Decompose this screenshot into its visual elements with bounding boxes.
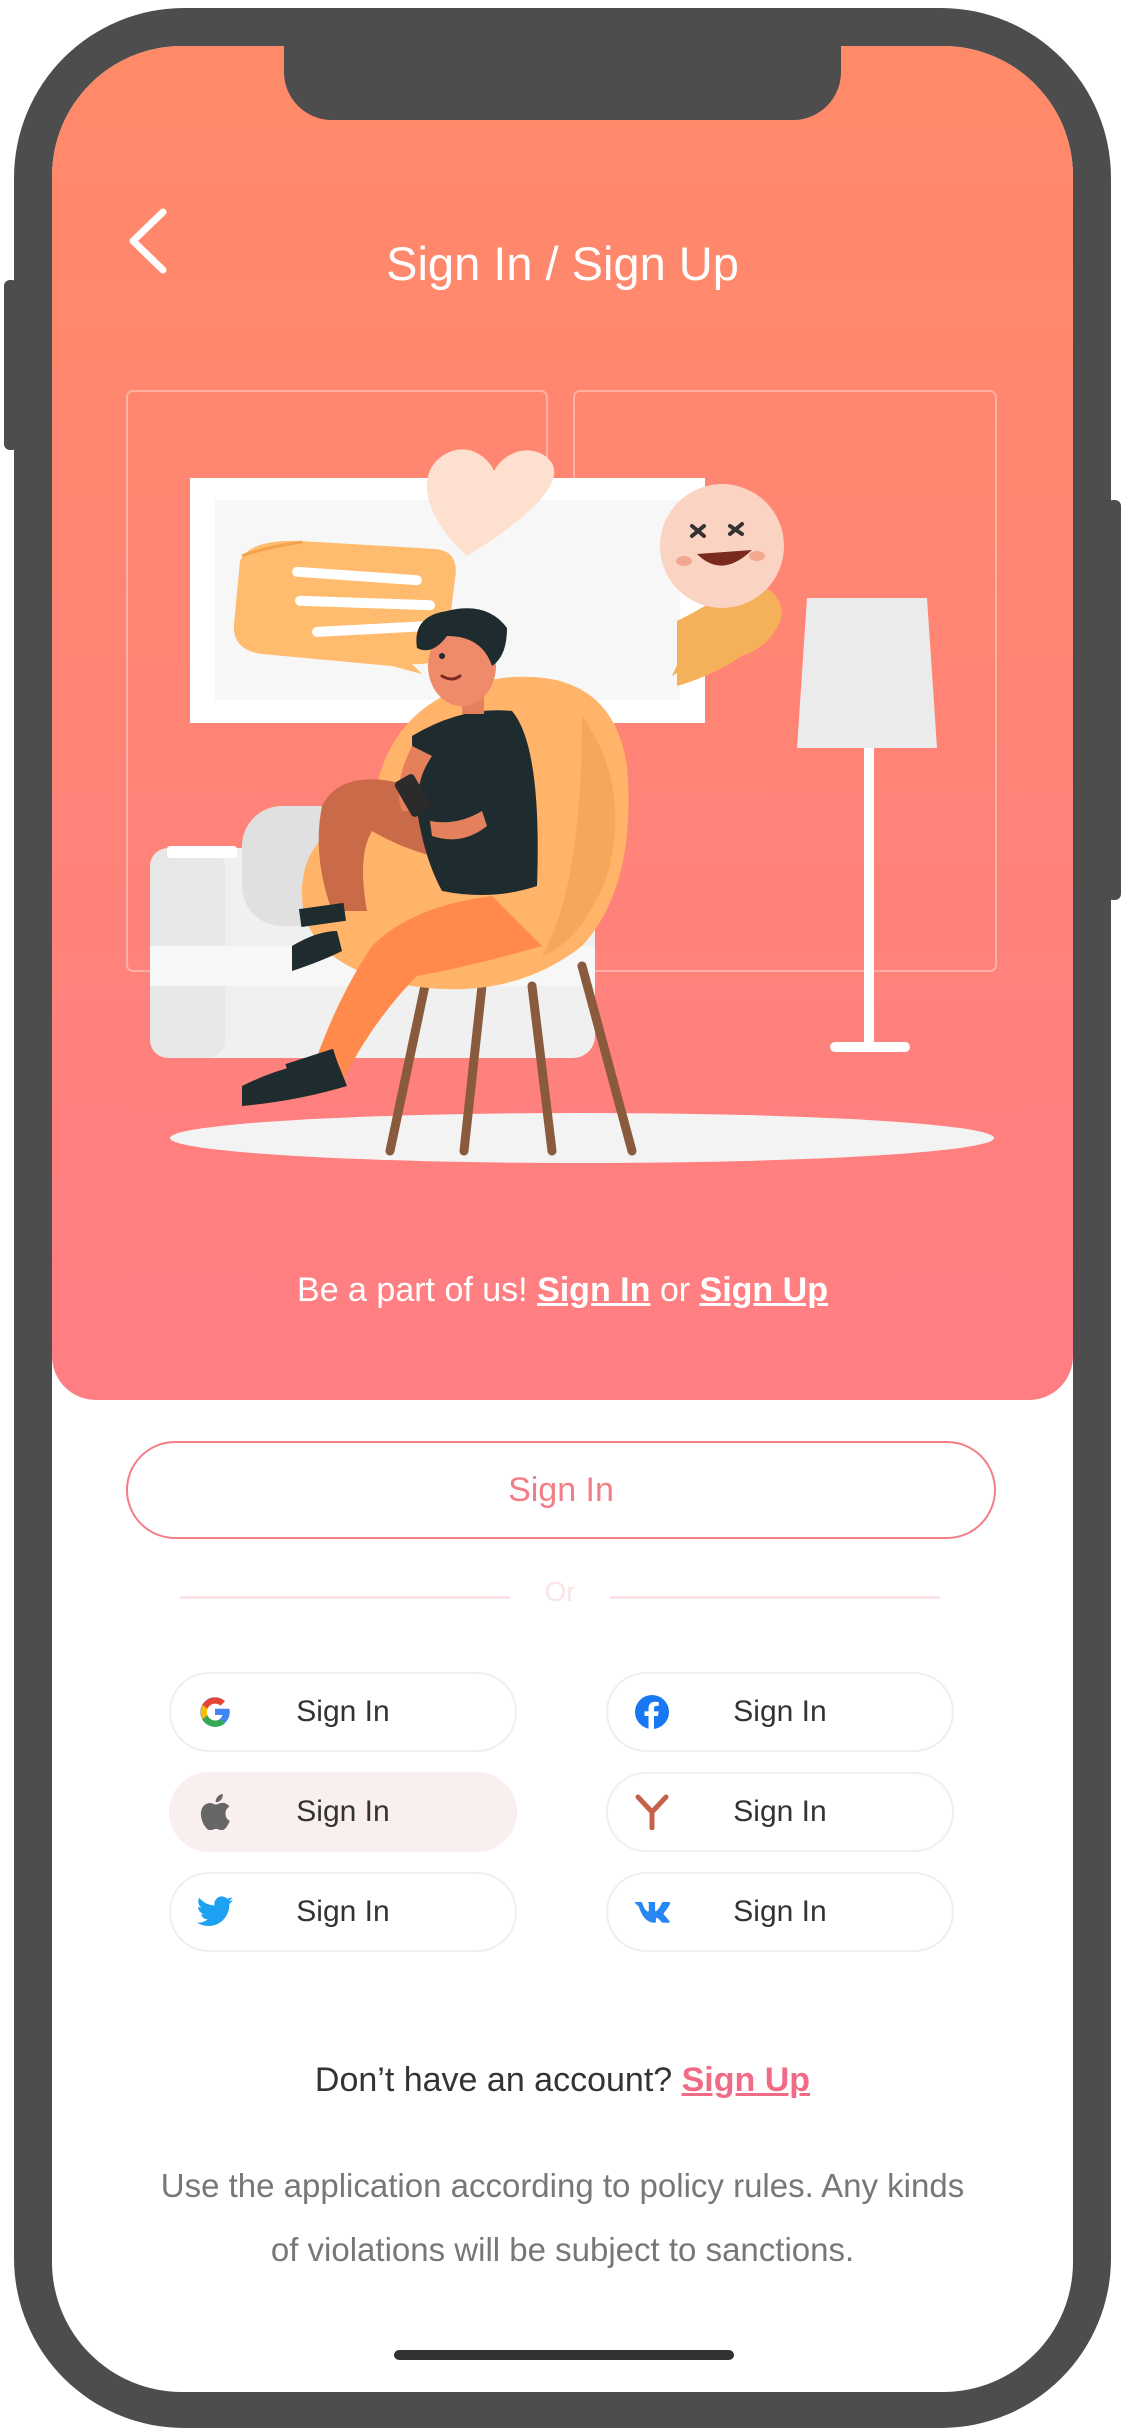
signup-question: Don’t have an account? <box>314 2061 673 2099</box>
hero-banner: Sign In / Sign Up Be a part of us! Sign … <box>52 46 1073 1400</box>
tagline-or-text: or <box>659 1271 691 1309</box>
home-indicator[interactable] <box>394 2350 734 2360</box>
phone-notch <box>284 46 841 120</box>
google-sign-in-button[interactable]: Sign In <box>169 1672 517 1752</box>
or-label: Or <box>544 1576 576 1607</box>
page-title: Sign In / Sign Up <box>386 237 739 290</box>
vk-icon <box>632 1892 672 1932</box>
twitter-sign-in-label: Sign In <box>296 1895 390 1928</box>
apple-sign-in-label: Sign In <box>296 1795 390 1828</box>
twitter-icon <box>195 1892 235 1932</box>
tagline-signin-link[interactable]: Sign In <box>537 1271 650 1309</box>
signup-link[interactable]: Sign Up <box>682 2061 810 2099</box>
sign-in-button[interactable]: Sign In <box>126 1441 996 1539</box>
hero-illustration <box>126 390 997 1163</box>
yandex-sign-in-label: Sign In <box>733 1795 827 1828</box>
apple-icon <box>195 1792 235 1832</box>
google-icon <box>195 1692 235 1732</box>
twitter-sign-in-button[interactable]: Sign In <box>169 1872 517 1952</box>
vk-sign-in-button[interactable]: Sign In <box>606 1872 954 1952</box>
phone-side-button-right <box>1107 500 1121 900</box>
tagline-signup-link[interactable]: Sign Up <box>700 1271 828 1309</box>
signup-prompt: Don’t have an account? Sign Up <box>52 2061 1073 2100</box>
facebook-sign-in-button[interactable]: Sign In <box>606 1672 954 1752</box>
phone-side-button-left <box>4 280 18 450</box>
or-divider: Or <box>180 1576 940 1616</box>
hero-tagline: Be a part of us! Sign In or Sign Up <box>52 1271 1073 1310</box>
app-screen: Sign In / Sign Up Be a part of us! Sign … <box>52 46 1073 2392</box>
facebook-icon <box>632 1692 672 1732</box>
vk-sign-in-label: Sign In <box>733 1895 827 1928</box>
google-sign-in-label: Sign In <box>296 1695 390 1728</box>
yandex-sign-in-button[interactable]: Sign In <box>606 1772 954 1852</box>
policy-text: Use the application according to policy … <box>160 2167 965 2268</box>
yandex-icon <box>632 1792 672 1832</box>
facebook-sign-in-label: Sign In <box>733 1695 827 1728</box>
tagline-text: Be a part of us! <box>297 1271 528 1309</box>
apple-sign-in-button[interactable]: Sign In <box>169 1772 517 1852</box>
